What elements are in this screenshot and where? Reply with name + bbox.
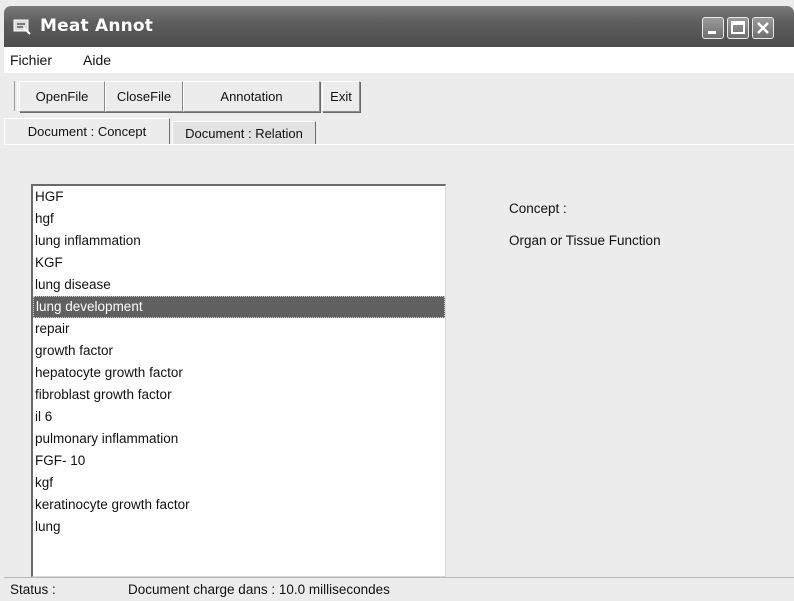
list-item[interactable]: hepatocyte growth factor: [33, 362, 445, 384]
concept-type-value: Organ or Tissue Function: [509, 233, 661, 248]
concept-list[interactable]: HGF hgf lung inflammation KGF lung disea…: [31, 184, 446, 577]
window-title: Meat Annot: [40, 16, 154, 36]
list-item-selected[interactable]: lung development: [33, 296, 445, 318]
maximize-button[interactable]: [727, 17, 749, 39]
status-label: Status :: [10, 582, 56, 597]
annotation-button[interactable]: Annotation: [183, 81, 320, 112]
menu-bar: Fichier Aide: [4, 47, 794, 74]
toolbar-grip: [14, 81, 18, 111]
toolbar: OpenFile CloseFile Annotation Exit: [4, 73, 794, 117]
concept-label: Concept :: [509, 201, 567, 216]
status-message: Document charge dans : 10.0 milliseconde…: [128, 582, 390, 597]
list-item[interactable]: repair: [33, 318, 445, 340]
status-bar: Status : Document charge dans : 10.0 mil…: [4, 577, 794, 601]
list-item[interactable]: HGF: [33, 186, 445, 208]
title-bar[interactable]: Meat Annot: [4, 6, 794, 47]
menu-aide[interactable]: Aide: [83, 52, 111, 68]
tab-relation[interactable]: Document : Relation: [172, 121, 316, 144]
list-item[interactable]: fibroblast growth factor: [33, 384, 445, 406]
app-window: Meat Annot Fichier Aide OpenFile CloseFi…: [0, 0, 794, 601]
list-item[interactable]: FGF- 10: [33, 450, 445, 472]
tab-bar: Document : Concept Document : Relation: [4, 118, 794, 144]
list-item[interactable]: hgf: [33, 208, 445, 230]
tab-concept[interactable]: Document : Concept: [4, 118, 170, 144]
open-file-button[interactable]: OpenFile: [19, 81, 105, 112]
tab-divider: [4, 144, 794, 145]
list-item[interactable]: kgf: [33, 472, 445, 494]
app-icon: [12, 16, 32, 36]
list-item[interactable]: pulmonary inflammation: [33, 428, 445, 450]
list-item[interactable]: il 6: [33, 406, 445, 428]
list-item[interactable]: lung inflammation: [33, 230, 445, 252]
close-file-button[interactable]: CloseFile: [105, 81, 183, 112]
list-item[interactable]: keratinocyte growth factor: [33, 494, 445, 516]
exit-button[interactable]: Exit: [322, 81, 360, 112]
list-item[interactable]: lung: [33, 516, 445, 538]
list-item[interactable]: KGF: [33, 252, 445, 274]
minimize-button[interactable]: [702, 17, 724, 39]
list-item[interactable]: growth factor: [33, 340, 445, 362]
close-button[interactable]: [752, 17, 774, 39]
list-item[interactable]: lung disease: [33, 274, 445, 296]
menu-fichier[interactable]: Fichier: [10, 52, 52, 68]
